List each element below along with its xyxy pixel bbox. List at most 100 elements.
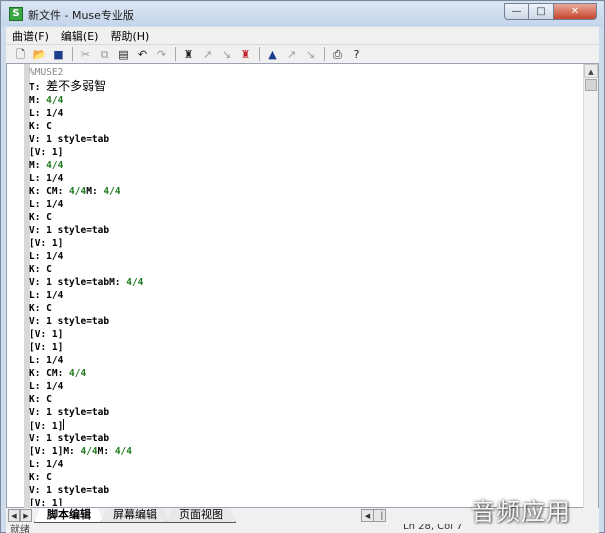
tab-scroll-right-icon[interactable]: ▶ xyxy=(20,509,32,522)
code-line[interactable]: [V: 1] xyxy=(29,341,584,354)
code-token: V: 1 style=tab xyxy=(29,134,110,145)
code-token: K: C xyxy=(29,264,52,275)
window-controls: — □ ✕ xyxy=(504,3,597,21)
code-line[interactable]: V: 1 style=tab xyxy=(29,315,584,328)
find-next-icon[interactable]: ↗ xyxy=(200,47,215,62)
code-line[interactable]: M: 4/4 xyxy=(29,159,584,172)
code-line[interactable]: T: 差不多弱智 xyxy=(29,79,584,94)
code-line[interactable]: %MUSE2 xyxy=(29,66,584,79)
code-line[interactable]: V: 1 style=tab xyxy=(29,432,584,445)
code-token: V: 1 style=tab xyxy=(29,316,110,327)
code-line[interactable]: [V: 1] xyxy=(29,237,584,250)
tool-1-icon[interactable]: ▲ xyxy=(265,47,280,62)
menu-score[interactable]: 曲谱(F) xyxy=(6,28,55,44)
scroll-up-arrow-icon[interactable]: ▲ xyxy=(584,64,598,78)
code-token: L: 1/4 xyxy=(29,173,64,184)
code-line[interactable]: M: 4/4 xyxy=(29,94,584,107)
code-token: [V: 1]M: xyxy=(29,446,81,457)
maximize-button[interactable]: □ xyxy=(529,3,554,20)
code-line[interactable]: K: C xyxy=(29,302,584,315)
code-token: [V: 1] xyxy=(29,329,64,340)
code-token: 4/4 xyxy=(46,160,64,171)
code-line[interactable]: V: 1 style=tab xyxy=(29,406,584,419)
code-line[interactable]: L: 1/4 xyxy=(29,354,584,367)
code-line[interactable]: L: 1/4 xyxy=(29,289,584,302)
code-line[interactable]: L: 1/4 xyxy=(29,107,584,120)
toolbar: 🗋 📂 ■ ✂ ⧉ ▤ ↶ ↷ ♜ ↗ ↘ ♜ ▲ ↗ ↘ ⎙ ? xyxy=(6,44,599,63)
code-line[interactable]: V: 1 style=tabM: 4/4 xyxy=(29,276,584,289)
code-token: L: 1/4 xyxy=(29,199,64,210)
code-line[interactable]: [V: 1] xyxy=(29,146,584,159)
code-line[interactable]: [V: 1]M: 4/4M: 4/4 xyxy=(29,445,584,458)
menu-help[interactable]: 帮助(H) xyxy=(104,28,155,44)
title-bar[interactable]: S 新文件 - Muse专业版 — □ ✕ xyxy=(2,2,603,26)
replace-binoculars-icon[interactable]: ♜ xyxy=(238,47,253,62)
code-line[interactable]: V: 1 style=tab xyxy=(29,133,584,146)
redo-icon[interactable]: ↷ xyxy=(154,47,169,62)
menu-edit[interactable]: 编辑(E) xyxy=(55,28,105,44)
watermark: 音频应用 xyxy=(471,498,571,526)
copy-icon[interactable]: ⧉ xyxy=(97,47,112,62)
close-button[interactable]: ✕ xyxy=(554,3,597,20)
code-token: M: xyxy=(29,160,47,171)
code-line[interactable]: K: C xyxy=(29,263,584,276)
tool-2-icon[interactable]: ↗ xyxy=(284,47,299,62)
code-token: [V: 1] xyxy=(29,421,64,432)
tab-scroll-left-icon[interactable]: ◀ xyxy=(8,509,20,522)
new-file-icon[interactable]: 🗋 xyxy=(13,47,28,62)
tab-2[interactable]: 页面视图 xyxy=(166,508,236,523)
code-token: 差不多弱智 xyxy=(46,79,107,93)
script-editor[interactable]: %MUSE2 T: 差不多弱智 M: 4/4 L: 1/4 K: C V: 1 style… xyxy=(6,63,599,508)
code-line[interactable]: K: C xyxy=(29,120,584,133)
code-line[interactable]: L: 1/4 xyxy=(29,250,584,263)
scroll-thumb[interactable] xyxy=(585,79,597,91)
vertical-scrollbar[interactable]: ▲ xyxy=(583,64,598,508)
find-binoculars-icon[interactable]: ♜ xyxy=(181,47,196,62)
code-token: V: 1 style=tab xyxy=(29,485,110,496)
code-line[interactable]: L: 1/4 xyxy=(29,380,584,393)
code-area[interactable]: %MUSE2 T: 差不多弱智 M: 4/4 L: 1/4 K: C V: 1 style… xyxy=(29,66,584,506)
find-prev-icon[interactable]: ↘ xyxy=(219,47,234,62)
code-line[interactable]: [V: 1] xyxy=(29,419,584,432)
code-line[interactable]: K: CM: 4/4 xyxy=(29,367,584,380)
code-line[interactable]: V: 1 style=tab xyxy=(29,224,584,237)
print-icon[interactable]: ⎙ xyxy=(330,47,345,62)
code-line[interactable]: [V: 1] xyxy=(29,328,584,341)
code-token: M: xyxy=(86,186,104,197)
code-token: L: 1/4 xyxy=(29,459,64,470)
undo-icon[interactable]: ↶ xyxy=(135,47,150,62)
code-line[interactable]: K: C xyxy=(29,471,584,484)
tab-1[interactable]: 屏幕编辑 xyxy=(100,508,170,523)
code-token: [V: 1] xyxy=(29,342,64,353)
code-line[interactable]: K: CM: 4/4M: 4/4 xyxy=(29,185,584,198)
code-line[interactable]: K: C xyxy=(29,211,584,224)
code-token: V: 1 style=tab xyxy=(29,433,110,444)
code-token: 4/4 xyxy=(126,277,144,288)
scroll-thumb-horizontal[interactable]: ▕ xyxy=(373,509,386,522)
code-token: K: C xyxy=(29,394,52,405)
code-token: T: xyxy=(29,82,47,93)
cut-scissors-icon[interactable]: ✂ xyxy=(78,47,93,62)
code-line[interactable]: L: 1/4 xyxy=(29,458,584,471)
code-token: V: 1 style=tabM: xyxy=(29,277,127,288)
code-line[interactable]: L: 1/4 xyxy=(29,198,584,211)
code-token: L: 1/4 xyxy=(29,290,64,301)
code-token: K: CM: xyxy=(29,186,70,197)
minimize-button[interactable]: — xyxy=(504,3,529,20)
save-disk-icon[interactable]: ■ xyxy=(51,47,66,62)
tool-3-icon[interactable]: ↘ xyxy=(303,47,318,62)
code-token: K: CM: xyxy=(29,368,70,379)
code-token: 4/4 xyxy=(69,186,87,197)
code-line[interactable]: L: 1/4 xyxy=(29,172,584,185)
code-token: 4/4 xyxy=(103,186,121,197)
code-token: %MUSE2 xyxy=(29,67,64,78)
open-folder-icon[interactable]: 📂 xyxy=(32,47,47,62)
code-line[interactable]: K: C xyxy=(29,393,584,406)
help-icon[interactable]: ? xyxy=(349,47,364,62)
view-tabs: 脚本编辑 屏幕编辑 页面视图 xyxy=(34,508,232,524)
tab-0[interactable]: 脚本编辑 xyxy=(34,508,104,523)
paste-icon[interactable]: ▤ xyxy=(116,47,131,62)
code-token: 4/4 xyxy=(80,446,98,457)
code-token: K: C xyxy=(29,212,52,223)
code-token: [V: 1] xyxy=(29,498,64,506)
